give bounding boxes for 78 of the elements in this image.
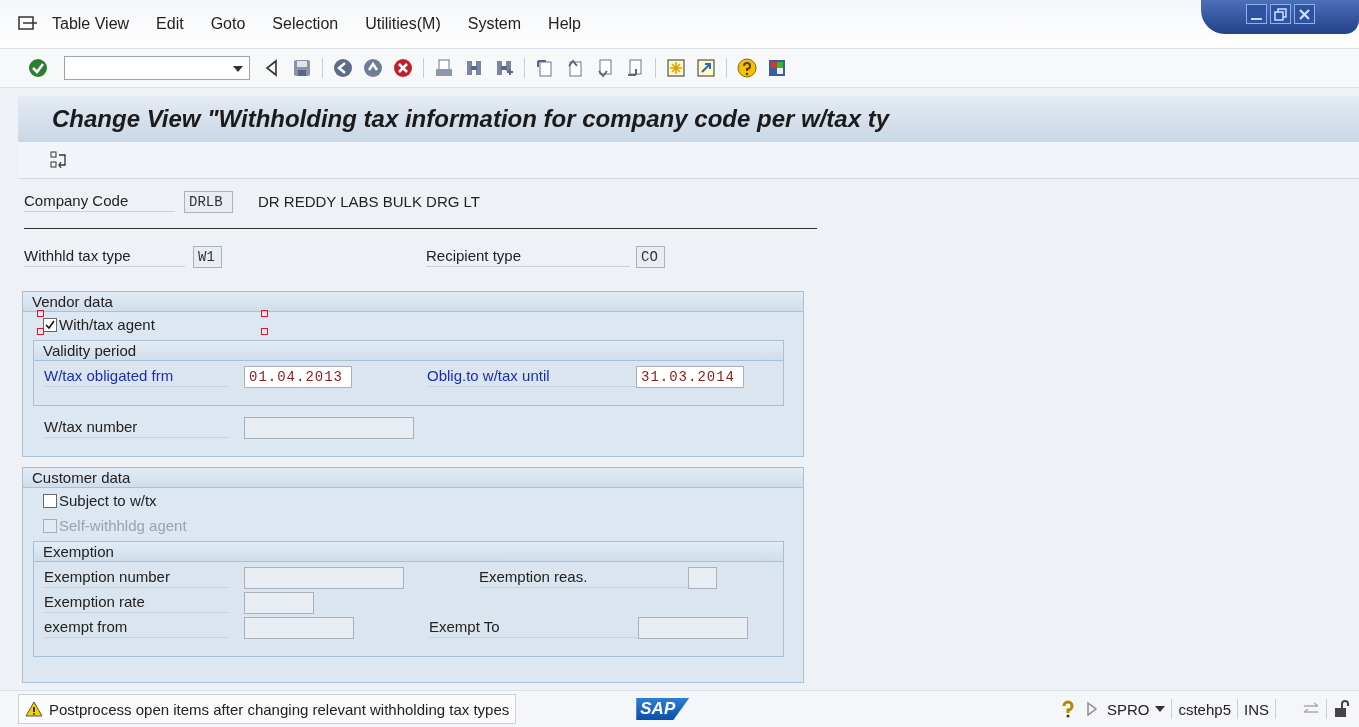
checkbox[interactable] bbox=[43, 317, 57, 332]
field-label: Recipient type bbox=[426, 246, 630, 267]
dropdown-caret-icon[interactable] bbox=[1155, 706, 1166, 712]
cancel-icon[interactable] bbox=[393, 58, 413, 78]
menu-item[interactable]: Selection bbox=[272, 11, 339, 37]
user-name: cstehp5 bbox=[1178, 700, 1231, 718]
field-label: Withhld tax type bbox=[24, 246, 185, 267]
input-field[interactable] bbox=[244, 616, 354, 639]
close-icon bbox=[1297, 7, 1311, 21]
find-next-icon[interactable] bbox=[494, 58, 514, 78]
field-label: Exemption number bbox=[44, 567, 229, 588]
group-title: Customer data bbox=[23, 468, 803, 488]
menu-item[interactable]: Utilities(M) bbox=[365, 11, 441, 37]
field-label: W/tax obligated frm bbox=[44, 366, 229, 387]
restore-button[interactable] bbox=[1269, 4, 1291, 24]
checkbox-label: Self-withhldg agent bbox=[59, 517, 187, 534]
input-field[interactable] bbox=[244, 416, 414, 439]
screen-title: Change View "Withholding tax information for company code per w/tax ty bbox=[52, 105, 890, 133]
input-field[interactable]: W1 bbox=[193, 245, 222, 268]
input-field[interactable]: 31.03.2014 bbox=[636, 365, 744, 388]
minimize-button[interactable] bbox=[1245, 4, 1267, 24]
menu-item[interactable]: Goto bbox=[210, 11, 246, 37]
field-label: Exemption rate bbox=[44, 592, 229, 613]
field-label: exempt from bbox=[44, 617, 229, 638]
menu-item[interactable]: System bbox=[467, 11, 522, 37]
command-field[interactable] bbox=[64, 56, 250, 80]
new-window-icon[interactable] bbox=[666, 58, 686, 78]
input-field[interactable] bbox=[688, 566, 717, 589]
warning-icon bbox=[25, 701, 43, 717]
field-label: Exempt To bbox=[429, 617, 638, 638]
description-text: DR REDDY LABS BULK DRG LT bbox=[258, 193, 480, 210]
selection-handle-icon bbox=[37, 328, 44, 335]
selection-handle-icon bbox=[261, 310, 268, 317]
last-page-icon[interactable] bbox=[625, 58, 645, 78]
detail-icon[interactable] bbox=[48, 150, 68, 170]
logo: SAP bbox=[636, 698, 690, 720]
group-title: Validity period bbox=[34, 341, 783, 361]
field-label: Oblig.to w/tax until bbox=[427, 366, 636, 387]
menu-item[interactable]: Table View bbox=[52, 11, 130, 37]
first-page-icon[interactable] bbox=[535, 58, 555, 78]
back-icon[interactable] bbox=[333, 58, 353, 78]
input-field[interactable] bbox=[638, 616, 748, 639]
exit-icon[interactable] bbox=[363, 58, 383, 78]
next-page-icon[interactable] bbox=[595, 58, 615, 78]
field-label: W/tax number bbox=[44, 417, 229, 438]
minimize-icon bbox=[1250, 17, 1262, 20]
find-icon[interactable] bbox=[464, 58, 484, 78]
selection-handle-icon bbox=[37, 310, 44, 317]
checkmark-icon[interactable] bbox=[28, 58, 48, 78]
previous-page-icon[interactable] bbox=[565, 58, 585, 78]
selection-handle-icon bbox=[261, 328, 268, 335]
status-text: Postprocess open items after changing relevant withholding tax types bbox=[49, 700, 510, 718]
group-title: Exemption bbox=[34, 542, 783, 562]
field-label: Company Code bbox=[24, 191, 175, 212]
lock-icon[interactable] bbox=[1333, 700, 1351, 718]
layout-icon[interactable] bbox=[767, 58, 787, 78]
checkbox[interactable] bbox=[43, 493, 57, 508]
save-icon[interactable] bbox=[292, 58, 312, 78]
input-field[interactable]: DRLB bbox=[184, 190, 233, 213]
menu-item[interactable]: Edit bbox=[156, 11, 184, 37]
help-icon[interactable] bbox=[737, 58, 757, 78]
input-field[interactable]: CO bbox=[636, 245, 665, 268]
system-menu-icon[interactable] bbox=[18, 15, 38, 33]
group-title: Vendor data bbox=[23, 292, 803, 312]
print-icon[interactable] bbox=[434, 58, 454, 78]
input-field[interactable] bbox=[244, 591, 314, 614]
checkbox-label: Subject to w/tx bbox=[59, 492, 157, 509]
restore-icon bbox=[1273, 7, 1287, 21]
field-label: Exemption reas. bbox=[479, 567, 688, 588]
transaction-code[interactable]: SPRO bbox=[1106, 700, 1150, 718]
input-field[interactable] bbox=[244, 566, 404, 589]
input-mode[interactable]: INS bbox=[1244, 700, 1269, 718]
close-button[interactable] bbox=[1293, 4, 1315, 24]
menu-item[interactable]: Help bbox=[548, 11, 581, 37]
shortcut-icon[interactable] bbox=[696, 58, 716, 78]
dropdown-caret-icon[interactable] bbox=[233, 66, 243, 72]
input-field[interactable]: 01.04.2013 bbox=[244, 365, 352, 388]
checkbox-label: With/tax agent bbox=[59, 316, 155, 333]
